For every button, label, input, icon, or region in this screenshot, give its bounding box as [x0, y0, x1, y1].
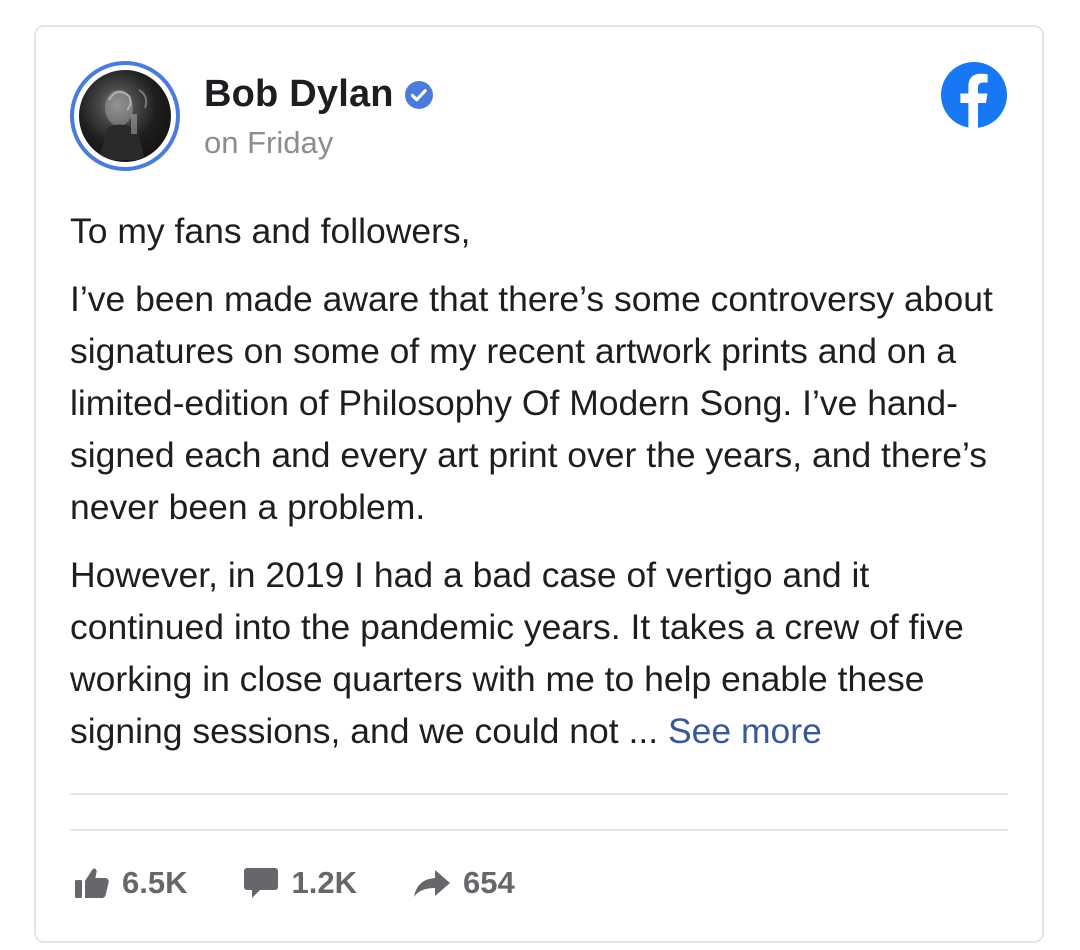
- author-name[interactable]: Bob Dylan: [204, 73, 394, 116]
- see-more-link[interactable]: See more: [668, 711, 822, 751]
- share-arrow-icon: [413, 868, 451, 898]
- post-card: Bob Dylan on Friday To my fans and follo…: [34, 25, 1044, 943]
- share-count: 654: [462, 865, 515, 900]
- like-stat[interactable]: 6.5K: [74, 865, 187, 901]
- share-stat[interactable]: 654: [413, 865, 515, 901]
- author-row: Bob Dylan: [204, 73, 434, 116]
- post-header: Bob Dylan on Friday: [70, 61, 1008, 171]
- comment-bubble-icon: [243, 866, 279, 900]
- engagement-bar: 6.5K 1.2K 654: [74, 865, 571, 901]
- facebook-logo-icon[interactable]: [940, 61, 1008, 129]
- verified-badge-icon: [404, 80, 434, 110]
- post-paragraph: I’ve been made aware that there’s some c…: [70, 279, 993, 527]
- post-paragraph-greeting: To my fans and followers,: [70, 211, 471, 251]
- post-body: To my fans and followers, I’ve been made…: [70, 205, 1010, 773]
- avatar[interactable]: [70, 61, 180, 171]
- post-paragraph-text: However, in 2019 I had a bad case of ver…: [70, 555, 964, 751]
- like-thumb-icon: [74, 867, 110, 899]
- post-paragraph-truncated: However, in 2019 I had a bad case of ver…: [70, 549, 1010, 757]
- comment-count: 1.2K: [291, 865, 357, 900]
- divider: [70, 829, 1008, 831]
- divider: [70, 793, 1008, 795]
- like-count: 6.5K: [122, 865, 188, 900]
- avatar-photo: [79, 70, 171, 162]
- comment-stat[interactable]: 1.2K: [243, 865, 357, 901]
- post-timestamp[interactable]: on Friday: [204, 125, 333, 161]
